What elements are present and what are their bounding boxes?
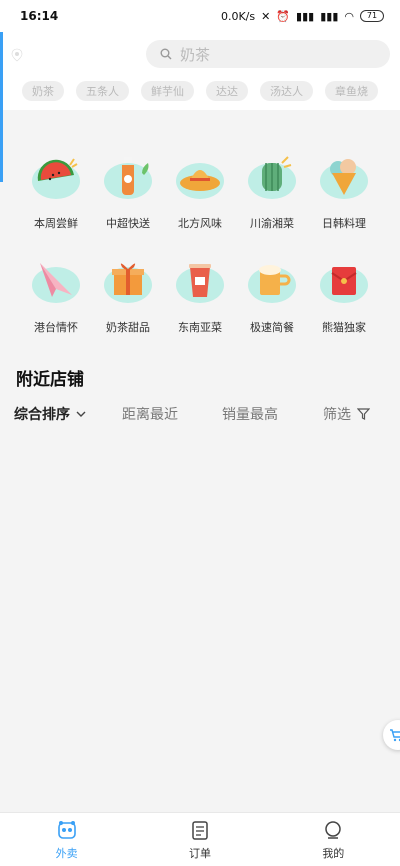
tab-takeout[interactable]: 外卖	[0, 813, 133, 866]
alarm-icon: ⏰	[276, 9, 291, 23]
category-label: 中超快送	[106, 217, 150, 230]
category-item[interactable]: 熊猫独家	[308, 249, 380, 335]
search-icon	[160, 48, 172, 60]
category-item[interactable]: 日韩料理	[308, 145, 380, 231]
category-label: 本周尝鲜	[34, 217, 78, 230]
signal-icon-2: ▮▮▮	[320, 9, 339, 23]
panda-icon	[57, 820, 76, 839]
tab-orders[interactable]: 订单	[133, 813, 266, 866]
location-pin-icon	[11, 48, 23, 62]
location-selector[interactable]: 120 Feng ... ▼	[10, 42, 148, 68]
location-text: 120 Feng ...	[28, 45, 135, 65]
hot-chip[interactable]: 汤达人	[260, 81, 313, 101]
category-item[interactable]: 北方风味	[164, 145, 236, 231]
bottom-tab-bar: 外卖 订单 我的	[0, 812, 400, 866]
profile-icon	[325, 820, 342, 839]
mute-icon: ✕	[261, 9, 271, 23]
net-speed: 0.0K/s	[220, 9, 256, 23]
sort-bar: 综合排序 距离最近 销量最高 筛选	[0, 404, 400, 428]
sort-comprehensive[interactable]: 综合排序	[14, 404, 86, 424]
category-label: 川渝湘菜	[250, 217, 294, 230]
category-grid: 本周尝鲜 中超快送 北方风味 川渝湘菜 日韩料理 港台情怀 奶茶甜品 东南亚菜 …	[0, 145, 400, 335]
category-item[interactable]: 川渝湘菜	[236, 145, 308, 231]
wifi-icon: ◠	[344, 9, 354, 23]
gift-box-icon	[104, 263, 152, 303]
search-placeholder: 奶茶	[180, 45, 211, 64]
tab-mine-label: 我的	[322, 846, 345, 860]
header: 120 Feng ... ▼ 奶茶 奶茶 五条人 鲜芋仙 达达 汤达人 章鱼烧	[0, 32, 400, 182]
cup-icon	[176, 264, 224, 303]
hot-chip[interactable]: 达达	[206, 81, 248, 101]
ice-cream-icon	[320, 159, 368, 199]
orders-icon	[192, 820, 208, 840]
category-label: 奶茶甜品	[106, 321, 150, 334]
category-item[interactable]: 港台情怀	[20, 249, 92, 335]
category-label: 东南亚菜	[178, 321, 222, 334]
tab-orders-label: 订单	[188, 846, 211, 860]
chevron-down-icon	[76, 411, 86, 417]
tab-mine[interactable]: 我的	[267, 813, 400, 866]
sort-sales-label: 销量最高	[222, 407, 278, 423]
category-label: 北方风味	[178, 217, 222, 230]
floating-cart-button[interactable]	[383, 720, 400, 750]
category-item[interactable]: 本周尝鲜	[20, 145, 92, 231]
category-item[interactable]: 中超快送	[92, 145, 164, 231]
hot-chip[interactable]: 章鱼烧	[325, 81, 378, 101]
category-label: 极速简餐	[250, 321, 294, 334]
beer-mug-icon	[248, 265, 296, 303]
filter-icon	[357, 408, 370, 420]
paper-plane-icon	[32, 263, 80, 303]
cart-icon	[390, 729, 400, 742]
bottle-icon	[104, 157, 152, 199]
signal-icon: ▮▮▮	[296, 9, 315, 23]
hot-chip[interactable]: 鲜芋仙	[141, 81, 194, 101]
sort-distance[interactable]: 距离最近	[122, 404, 178, 424]
watermelon-icon	[32, 158, 80, 199]
sort-distance-label: 距离最近	[122, 407, 178, 423]
drum-icon	[248, 156, 296, 199]
hot-chip[interactable]: 五条人	[76, 81, 129, 101]
category-label: 日韩料理	[322, 217, 366, 230]
category-item[interactable]: 奶茶甜品	[92, 249, 164, 335]
nearby-stores-title: 附近店铺	[16, 370, 84, 390]
hat-icon	[176, 163, 224, 199]
status-icons: 0.0K/s ✕ ⏰ ▮▮▮ ▮▮▮ ◠ 71	[221, 10, 384, 23]
category-label: 熊猫独家	[322, 321, 366, 334]
sort-sales[interactable]: 销量最高	[222, 404, 278, 424]
battery-icon: 71	[360, 10, 384, 22]
sort-comprehensive-label: 综合排序	[14, 407, 70, 423]
category-label: 港台情怀	[34, 321, 78, 334]
filter-label: 筛选	[323, 407, 351, 423]
hot-chip[interactable]: 奶茶	[22, 81, 64, 101]
red-envelope-icon	[320, 267, 368, 303]
status-time: 16:14	[20, 9, 59, 23]
category-item[interactable]: 东南亚菜	[164, 249, 236, 335]
category-item[interactable]: 极速简餐	[236, 249, 308, 335]
filter-button[interactable]: 筛选	[323, 404, 370, 424]
status-bar: 16:14 0.0K/s ✕ ⏰ ▮▮▮ ▮▮▮ ◠ 71	[0, 0, 400, 32]
hot-search-chips: 奶茶 五条人 鲜芋仙 达达 汤达人 章鱼烧	[22, 81, 378, 101]
search-input[interactable]: 奶茶	[146, 40, 390, 68]
tab-takeout-label: 外卖	[55, 846, 78, 860]
